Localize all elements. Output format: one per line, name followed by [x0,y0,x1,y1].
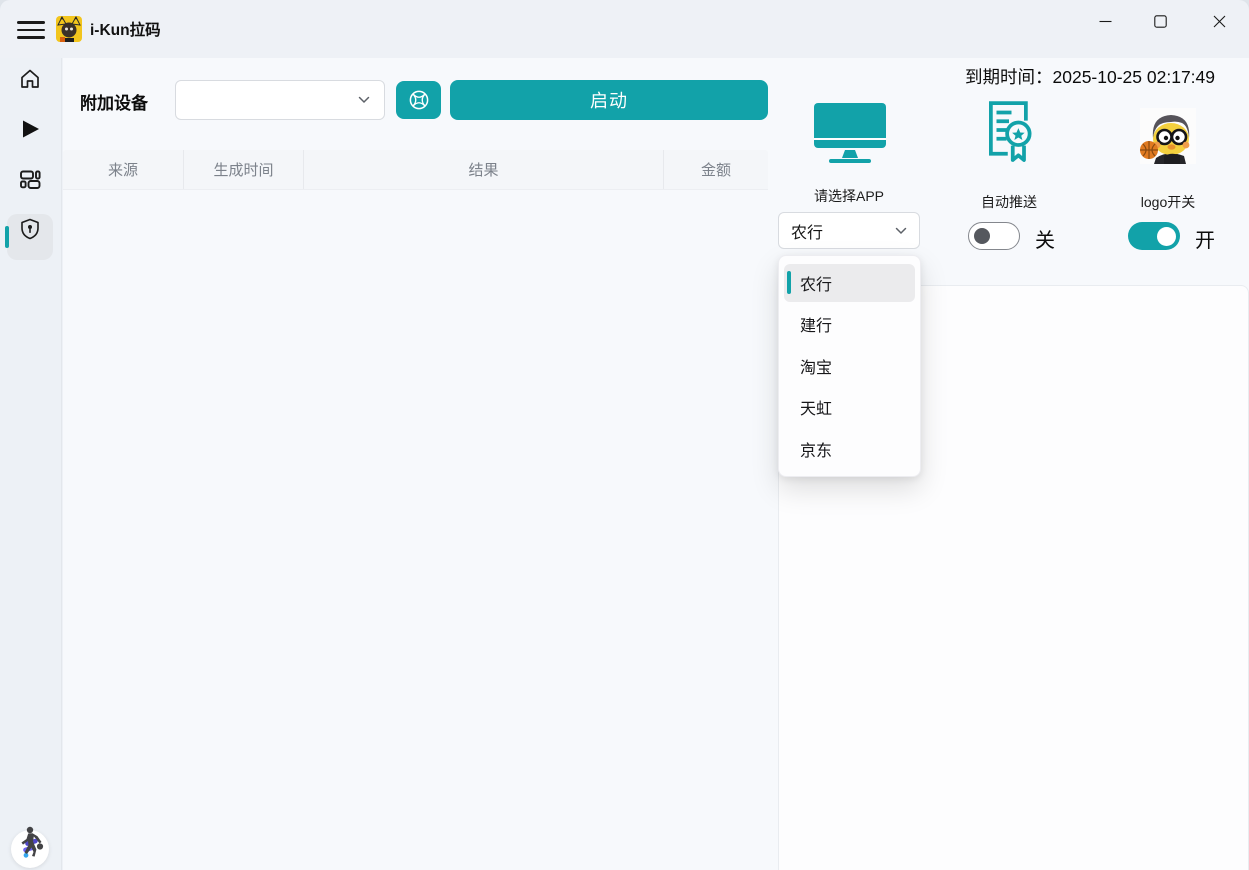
logo-toggle[interactable] [1128,222,1180,250]
chevron-down-icon [895,227,907,235]
start-button[interactable]: 启动 [450,80,768,120]
dropdown-option-jianhang[interactable]: 建行 [779,304,920,346]
window-title: i-Kun拉码 [90,0,161,58]
minimize-button[interactable] [1082,0,1128,42]
select-app-label: 请选择APP [814,186,884,206]
attached-device-select[interactable] [175,80,385,120]
certificate-icon [979,97,1039,178]
auto-push-toggle[interactable] [968,222,1020,250]
app-select[interactable]: 农行 [778,212,920,249]
selected-option-indicator [787,271,791,294]
sidebar [0,58,62,870]
column-header-result: 结果 [303,150,663,189]
dropdown-option-tianhong[interactable]: 天虹 [779,387,920,429]
dropdown-option-taobao[interactable]: 淘宝 [779,345,920,387]
sidebar-item-home[interactable] [18,67,42,91]
logo-switch-label: logo开关 [1141,192,1195,212]
app-dropdown-popup: 农行 建行 淘宝 天虹 京东 [778,255,921,477]
expiry-time-value: 2025-10-25 02:17:49 [1053,67,1216,87]
sidebar-item-security[interactable] [18,217,42,241]
hamburger-menu-icon[interactable] [16,19,46,41]
toggle-knob [1157,227,1176,246]
logo-state-label: 开 [1195,224,1215,253]
shield-key-icon [18,217,42,241]
app-select-value: 农行 [791,219,895,243]
basketball-player-icon [16,826,46,858]
attached-device-label: 附加设备 [80,89,148,114]
grid-icon [18,167,42,191]
sidebar-item-basketball-player[interactable] [16,826,46,858]
results-table-header: 来源 生成时间 结果 金额 [63,150,768,190]
monitor-icon [813,102,887,171]
app-window: i-Kun拉码 [0,0,1249,870]
column-header-generated-time: 生成时间 [183,150,303,189]
sidebar-selected-indicator [5,226,9,248]
expiry-time: 到期时间：2025-10-25 02:17:49 [965,64,1215,89]
basketball-icon [407,88,431,112]
avatar-image [1140,108,1196,164]
close-button[interactable] [1196,0,1242,42]
basketball-button[interactable] [396,81,441,119]
auto-push-state-label: 关 [1035,224,1055,253]
chevron-down-icon [358,96,370,104]
toggle-knob [974,228,990,244]
column-header-source: 来源 [63,150,183,189]
home-icon [18,67,42,91]
dropdown-option-nonghang[interactable]: 农行 [779,262,920,304]
right-panel: 到期时间：2025-10-25 02:17:49 请选择APP [768,58,1249,870]
maximize-button[interactable] [1137,0,1183,42]
auto-push-label: 自动推送 [981,192,1037,212]
titlebar: i-Kun拉码 [0,0,1249,58]
main-panel: 附加设备 启动 来源 生成时间 结果 金额 [63,58,768,870]
sidebar-item-run[interactable] [18,117,42,141]
expiry-time-label: 到期时间： [965,67,1053,87]
app-logo-icon [56,16,82,42]
results-table-body [63,190,768,870]
dropdown-option-jingdong[interactable]: 京东 [779,428,920,470]
play-icon [18,117,42,141]
sidebar-item-dashboard[interactable] [18,167,42,191]
column-header-amount: 金额 [663,150,768,189]
